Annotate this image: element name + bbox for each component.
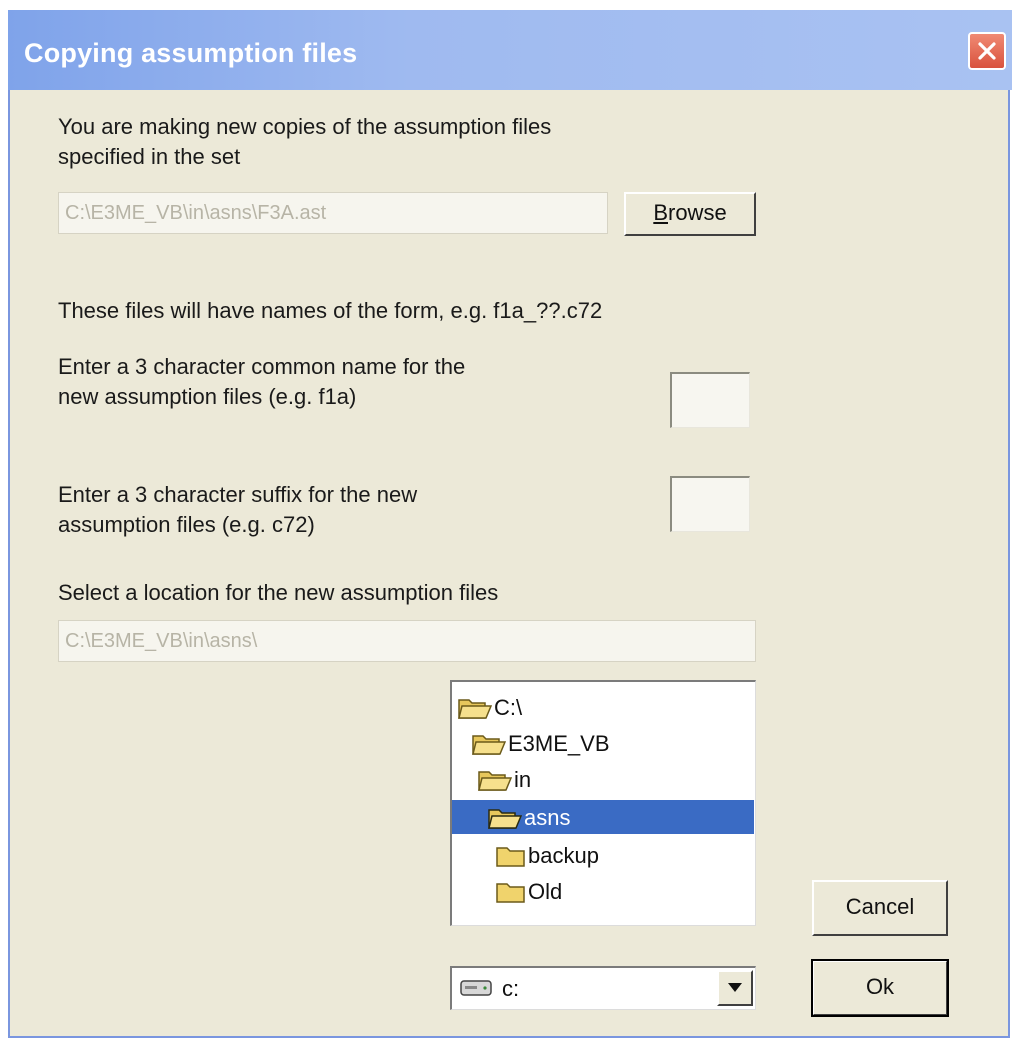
set-file-field[interactable]: C:\E3ME_VB\in\asns\F3A.ast xyxy=(58,192,608,234)
intro-line-1: You are making new copies of the assumpt… xyxy=(58,114,552,139)
suffix-input[interactable] xyxy=(670,476,750,532)
common-name-line-1: Enter a 3 character common name for the xyxy=(58,354,466,379)
suffix-label: Enter a 3 character suffix for the new a… xyxy=(58,480,417,540)
chevron-down-icon xyxy=(728,983,742,992)
dir-item-backup[interactable]: backup xyxy=(496,838,738,872)
dir-item-root[interactable]: C:\ xyxy=(458,690,738,724)
drive-select[interactable]: c: xyxy=(450,966,756,1010)
dir-item-label: backup xyxy=(528,843,599,869)
dir-item-label: in xyxy=(514,767,532,793)
drive-value: c: xyxy=(502,976,520,1001)
browse-label-rest: rowse xyxy=(668,200,727,225)
window-title: Copying assumption files xyxy=(24,38,358,68)
close-button[interactable] xyxy=(968,32,1006,70)
browse-button[interactable]: Browse xyxy=(624,192,756,236)
open-folder-icon xyxy=(472,735,506,755)
dir-item-e3me-vb[interactable]: E3ME_VB xyxy=(472,726,738,760)
folder-icon xyxy=(496,847,525,867)
open-folder-icon xyxy=(478,771,512,791)
dir-item-asns[interactable]: asns xyxy=(452,800,754,834)
name-form-hint: These files will have names of the form,… xyxy=(58,298,603,323)
dir-item-label: asns xyxy=(524,805,571,831)
intro-line-2: specified in the set xyxy=(58,144,241,169)
dir-item-label: Old xyxy=(528,879,563,905)
common-name-line-2: new assumption files (e.g. f1a) xyxy=(58,384,357,409)
folder-icon xyxy=(496,883,525,903)
open-folder-icon xyxy=(488,809,522,829)
dir-item-label: C:\ xyxy=(494,695,523,721)
dir-item-old[interactable]: Old xyxy=(496,874,738,908)
browse-mnemonic: B xyxy=(653,200,668,225)
open-folder-icon xyxy=(458,699,492,719)
drive-icon xyxy=(460,980,492,996)
location-label: Select a location for the new assumption… xyxy=(58,580,499,605)
title-bar[interactable]: Copying assumption files xyxy=(8,10,1012,90)
directory-list[interactable]: C:\ E3ME_VB in asns backup Old xyxy=(450,680,756,926)
suffix-line-2: assumption files (e.g. c72) xyxy=(58,512,315,537)
dir-item-in[interactable]: in xyxy=(478,762,738,796)
cancel-button[interactable]: Cancel xyxy=(812,880,948,936)
dialog-window: Copying assumption files You are making … xyxy=(8,10,1012,1038)
ok-button[interactable]: Ok xyxy=(811,959,949,1017)
drive-dropdown-button[interactable] xyxy=(717,970,753,1006)
common-name-label: Enter a 3 character common name for the … xyxy=(58,352,465,412)
location-field[interactable]: C:\E3ME_VB\in\asns\ xyxy=(58,620,756,662)
suffix-line-1: Enter a 3 character suffix for the new xyxy=(58,482,418,507)
close-icon xyxy=(978,42,996,60)
dir-item-label: E3ME_VB xyxy=(508,731,610,757)
intro-text: You are making new copies of the assumpt… xyxy=(58,112,551,172)
common-name-input[interactable] xyxy=(670,372,750,428)
